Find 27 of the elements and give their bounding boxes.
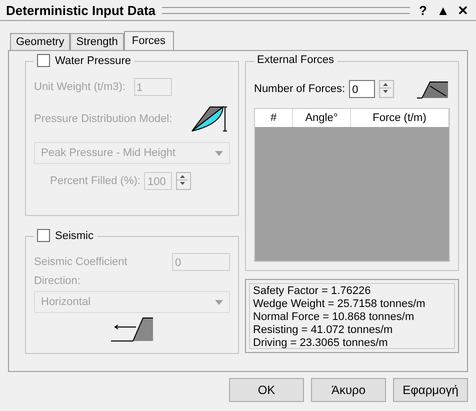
dialog-button[interactable]: Εφαρμογή — [393, 378, 468, 402]
results-box: Safety Factor = 1.76226 Wedge Weight = 25.7158 tonnes/m Normal Force = 10.868 tonnes/m Resisting = 41.072 tonnes/m Driving = 23.3065 tonnes/m — [249, 283, 455, 349]
field-label: Seismic Coefficient — [34, 256, 128, 268]
spin-buttons[interactable] — [379, 80, 394, 98]
title-control[interactable]: ▲ — [436, 2, 450, 18]
field-label: Direction: — [34, 275, 82, 287]
field-label: Pressure Distribution Model: — [34, 113, 172, 125]
tab[interactable]: Strength — [70, 33, 124, 51]
seismic-slope-icon — [110, 317, 154, 343]
group-title: Seismic — [55, 230, 94, 242]
caret-icon — [215, 300, 223, 304]
wedge-pressure-icon — [190, 104, 230, 134]
field-label: Percent Filled (%): — [50, 175, 140, 187]
spin-buttons[interactable] — [176, 172, 192, 190]
dialog-button[interactable]: Άκυρο — [311, 378, 386, 402]
window-title: Deterministic Input Data — [6, 2, 156, 18]
title-control[interactable]: ? — [416, 2, 430, 18]
tab[interactable]: Geometry — [10, 33, 70, 51]
tab[interactable]: Forces — [124, 31, 174, 51]
caret-icon — [215, 150, 223, 156]
group-title: External Forces — [257, 54, 334, 66]
field-label: Unit Weight (t/m3): — [34, 81, 126, 93]
dialog-button[interactable]: OK — [229, 378, 304, 402]
group-title: Water Pressure — [55, 54, 132, 66]
title-control[interactable]: ✕ — [456, 2, 470, 18]
input-field[interactable]: 0 — [349, 80, 376, 98]
field-label: Number of Forces: — [254, 83, 346, 95]
